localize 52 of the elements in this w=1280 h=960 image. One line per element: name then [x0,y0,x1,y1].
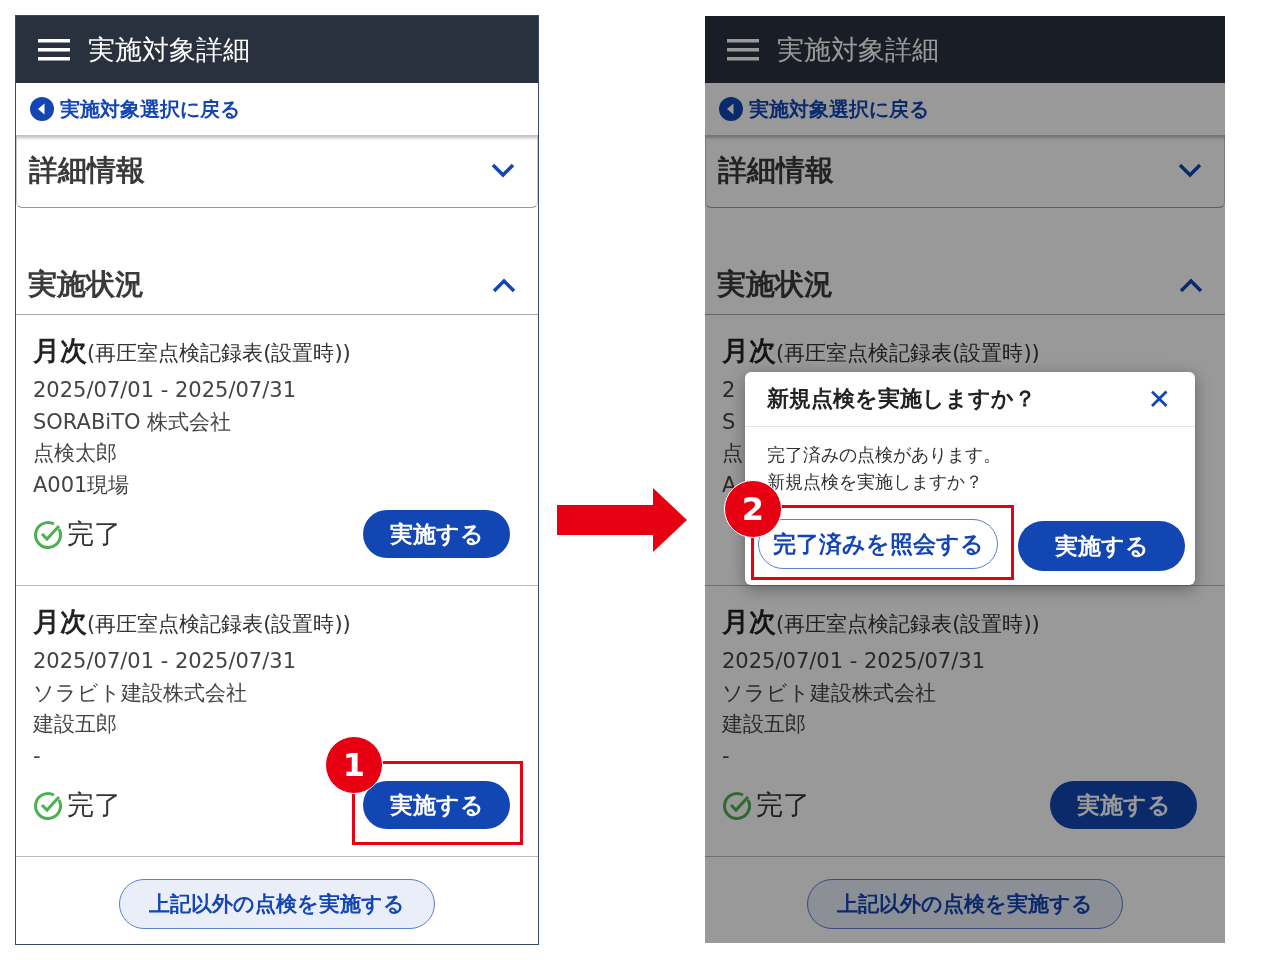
check-circle-icon [722,790,752,820]
view-completed-button[interactable]: 完了済みを照会する [758,519,998,569]
section-title: 詳細情報 [29,152,145,189]
other-inspection-button[interactable]: 上記以外の点検を実施する [119,879,435,929]
card-detail: - [33,742,41,770]
section-title: 実施状況 [28,265,144,303]
card-detail: ソラビト建設株式会社 [722,679,936,707]
execute-button[interactable]: 実施する [1050,781,1197,829]
card-detail: - [722,742,730,770]
header-title: 実施対象詳細 [777,32,939,67]
chevron-down-icon[interactable] [491,163,515,179]
card-detail: 2 [722,377,736,404]
card-title: 月次(再圧室点検記録表(設置時)) [722,605,1041,639]
check-circle-icon [33,790,63,820]
header-title: 実施対象詳細 [88,32,250,67]
chevron-up-icon[interactable] [492,276,516,293]
card-detail: 点検太郎 [33,440,117,467]
status-label: 完了 [756,788,810,822]
check-circle-icon [33,519,63,549]
card-title: 月次(再圧室点検記録表(設置時)) [33,605,352,639]
section-title: 実施状況 [717,265,833,303]
card-title: 月次(再圧室点検記録表(設置時)) [33,334,352,368]
step-badge: 1 [325,736,383,794]
execute-button[interactable]: 実施する [363,781,510,829]
dialog-title: 新規点検を実施しますか？ [767,385,1036,413]
status-label: 完了 [67,517,121,551]
card-detail: 2025/07/01 - 2025/07/31 [722,648,985,675]
card-detail: S [722,408,736,436]
card-detail: SORABiTO 株式会社 [33,408,232,436]
card-title: 月次(再圧室点検記録表(設置時)) [722,334,1041,368]
back-link[interactable]: 実施対象選択に戻る [60,95,240,123]
back-icon[interactable] [719,97,743,121]
status-label: 完了 [67,788,121,822]
card-detail: 建設五郎 [722,711,806,738]
chevron-up-icon[interactable] [1179,276,1203,293]
card-detail: 建設五郎 [33,711,117,738]
menu-icon[interactable] [727,38,759,61]
back-icon[interactable] [30,97,54,121]
card-detail: A001現場 [33,471,130,499]
dialog-message: 完了済みの点検があります。 [767,443,1002,467]
card-detail: ソラビト建設株式会社 [33,679,247,707]
card-detail: 点 [722,440,743,467]
execute-button[interactable]: 実施する [1018,521,1185,571]
chevron-down-icon[interactable] [1178,163,1202,179]
execute-button[interactable]: 実施する [363,510,510,558]
card-detail: 2025/07/01 - 2025/07/31 [33,648,296,675]
section-title: 詳細情報 [718,152,834,189]
menu-icon[interactable] [38,38,70,61]
other-inspection-button[interactable]: 上記以外の点検を実施する [807,879,1123,929]
arrow-icon [556,488,687,552]
card-detail: 2025/07/01 - 2025/07/31 [33,377,296,404]
back-link[interactable]: 実施対象選択に戻る [749,95,929,123]
